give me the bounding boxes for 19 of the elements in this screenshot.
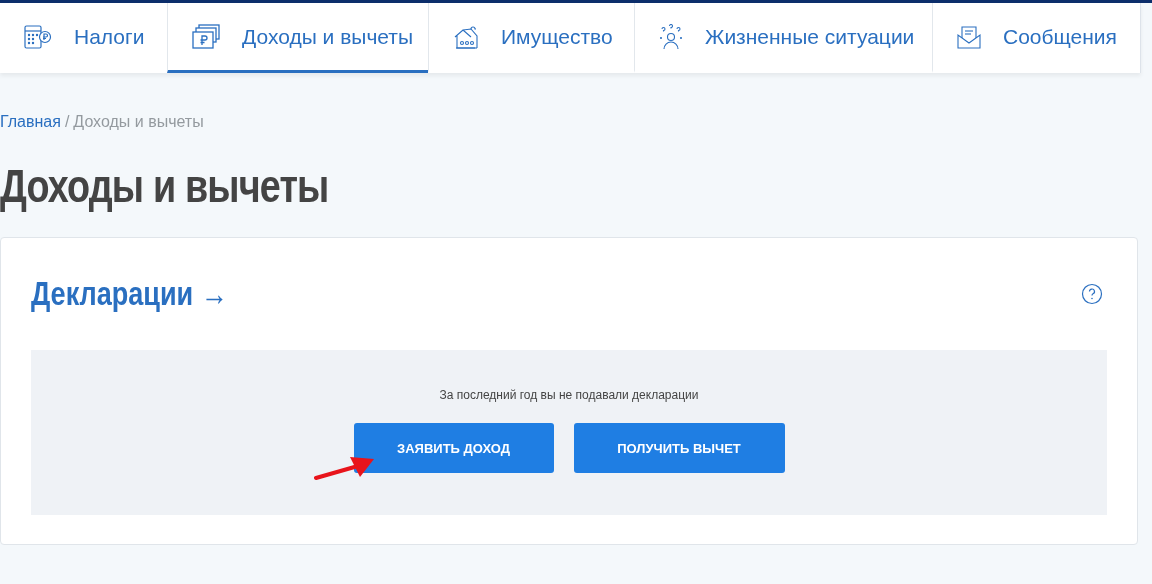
envelope-icon [957,24,981,49]
person-icon [659,23,683,50]
breadcrumb-current: Доходы и вычеты [73,113,204,131]
nav-tab[interactable]: Жизненные ситуации [634,3,932,73]
breadcrumb-link[interactable]: Главная [0,113,61,131]
nav-tab[interactable]: Сообщения [932,3,1140,73]
nav-tab[interactable]: Имущество [428,3,634,73]
house-icon [453,24,479,49]
breadcrumb-separator: / [64,113,70,131]
banknotes-icon [192,23,220,50]
nav-tab[interactable]: Налоги [0,3,167,73]
calculator-icon [24,24,52,49]
declarations-link[interactable]: Декларации → [31,275,228,313]
action-button[interactable]: ЗАЯВИТЬ ДОХОД [353,423,554,473]
empty-message: За последний год вы не подавали декларации [439,388,699,402]
help-icon[interactable] [1081,283,1103,305]
action-button[interactable]: ПОЛУЧИТЬ ВЫЧЕТ [573,423,785,473]
page-title: Доходы и вычеты [0,159,329,214]
nav-tab[interactable]: Доходы и вычеты [167,3,428,73]
